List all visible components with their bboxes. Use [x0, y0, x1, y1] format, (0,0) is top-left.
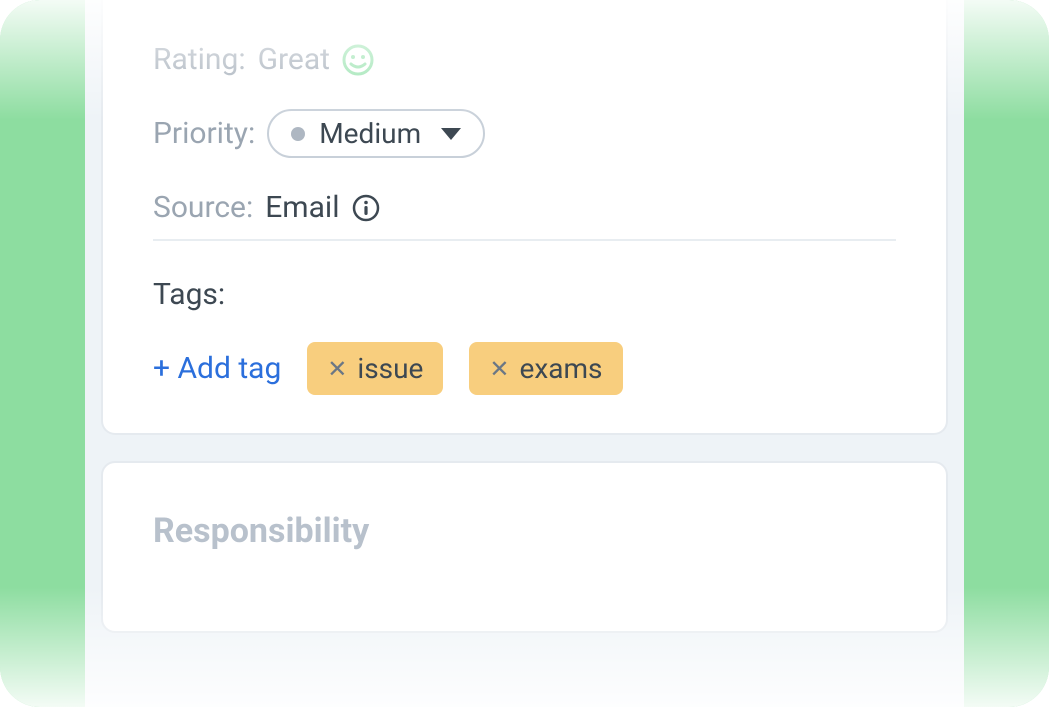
outer-frame: Rating: Great Priority: Medium — [0, 0, 1049, 707]
priority-dot-icon — [291, 127, 305, 141]
rating-value: Great — [258, 42, 330, 77]
details-card: Rating: Great Priority: Medium — [101, 0, 948, 435]
tags-row: + Add tag ✕ issue ✕ exams — [153, 342, 896, 395]
tag-chip: ✕ exams — [469, 342, 622, 395]
source-label: Source: — [153, 190, 253, 225]
tag-chip: ✕ issue — [307, 342, 443, 395]
smiley-icon — [342, 44, 374, 76]
inner-container: Rating: Great Priority: Medium — [85, 0, 964, 707]
close-icon[interactable]: ✕ — [327, 357, 347, 381]
rating-label: Rating: — [153, 42, 246, 77]
source-row: Source: Email — [153, 190, 896, 225]
close-icon[interactable]: ✕ — [489, 357, 509, 381]
priority-dropdown[interactable]: Medium — [267, 109, 485, 158]
info-icon[interactable] — [352, 194, 380, 222]
priority-value: Medium — [319, 117, 421, 150]
tags-label: Tags: — [153, 277, 896, 312]
priority-label: Priority: — [153, 116, 255, 151]
tag-chip-label: exams — [520, 352, 603, 385]
responsibility-heading: Responsibility — [153, 511, 896, 551]
tag-chip-label: issue — [357, 352, 423, 385]
chevron-down-icon — [441, 128, 461, 140]
responsibility-card: Responsibility — [101, 461, 948, 633]
add-tag-button[interactable]: + Add tag — [153, 351, 281, 386]
rating-row: Rating: Great — [153, 42, 896, 77]
divider — [153, 239, 896, 241]
priority-row: Priority: Medium — [153, 109, 896, 158]
source-value: Email — [265, 190, 339, 225]
